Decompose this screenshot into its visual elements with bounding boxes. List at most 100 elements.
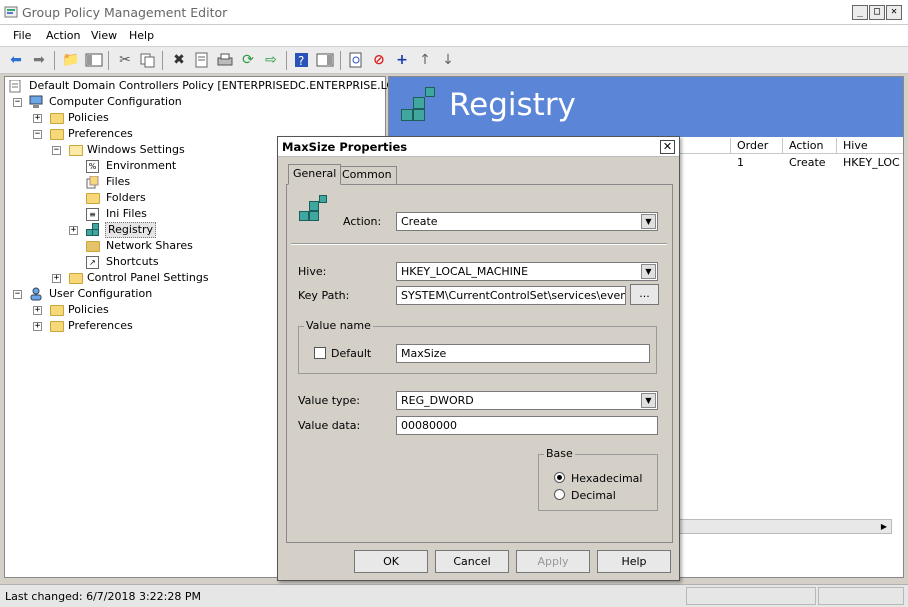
default-checkbox[interactable] <box>314 347 326 359</box>
tree-label: Computer Configuration <box>49 95 182 108</box>
folder-open-icon <box>69 145 83 156</box>
base-group-label: Base <box>544 447 575 460</box>
expand-toggle[interactable]: + <box>52 274 61 283</box>
expand-toggle[interactable]: + <box>33 114 42 123</box>
menu-action[interactable]: Action <box>46 29 80 42</box>
collapse-toggle[interactable]: − <box>13 98 22 107</box>
menu-file[interactable]: File <box>13 29 31 42</box>
action-dropdown[interactable]: Create ▼ <box>396 212 658 231</box>
horizontal-scrollbar[interactable]: ▶ <box>679 519 892 534</box>
divider <box>291 243 667 245</box>
chevron-down-icon[interactable]: ▼ <box>641 214 656 229</box>
apply-button[interactable]: Apply <box>516 550 590 573</box>
banner-title: Registry <box>449 87 576 123</box>
tree-item-user-configuration[interactable]: − User Configuration <box>13 286 313 302</box>
cell-order[interactable]: 1 <box>737 156 744 169</box>
collapse-toggle[interactable]: − <box>33 130 42 139</box>
minimize-button[interactable]: _ <box>852 5 868 20</box>
properties-icon[interactable] <box>193 52 211 68</box>
scroll-right-icon[interactable]: ▶ <box>878 521 890 532</box>
new-item-icon[interactable] <box>347 52 365 68</box>
column-header-hive[interactable]: Hive <box>837 138 903 154</box>
tree-label: Folders <box>106 191 146 204</box>
column-header-action[interactable]: Action <box>783 138 837 154</box>
copy-icon[interactable] <box>139 52 157 68</box>
tree-item-computer-configuration[interactable]: − Computer Configuration <box>13 94 313 110</box>
delete-icon[interactable]: ✖ <box>170 52 188 68</box>
tree-item-policies[interactable]: + Policies <box>33 110 333 126</box>
tree-label: Control Panel Settings <box>87 271 209 284</box>
cancel-button[interactable]: Cancel <box>435 550 509 573</box>
policy-doc-icon <box>9 79 22 93</box>
expand-toggle[interactable]: + <box>33 322 42 331</box>
menu-view[interactable]: View <box>91 29 117 42</box>
move-up-icon[interactable]: ↑ <box>416 52 434 68</box>
status-text: Last changed: 6/7/2018 3:22:28 PM <box>5 590 202 603</box>
maximize-button[interactable]: □ <box>869 5 885 20</box>
value-name-value: MaxSize <box>401 347 447 360</box>
hexadecimal-radio[interactable] <box>554 472 565 483</box>
add-icon[interactable]: + <box>393 52 411 68</box>
tab-common[interactable]: Common <box>337 166 397 184</box>
toolbar: ⬅ ➡ 📁 ✂ ✖ ⟳ ⇨ ? ⊘ + ↑ ↓ <box>0 46 908 74</box>
refresh-icon[interactable]: ⟳ <box>239 52 257 68</box>
tab-general[interactable]: General <box>288 164 342 185</box>
key-path-input[interactable]: SYSTEM\CurrentControlSet\services\eventl… <box>396 286 626 305</box>
folder-icon <box>69 273 83 284</box>
help-button[interactable]: Help <box>597 550 671 573</box>
folder-icon <box>50 305 64 316</box>
menu-bar: File Action View Help <box>0 25 908 46</box>
collapse-toggle[interactable]: − <box>52 146 61 155</box>
svg-text:?: ? <box>298 54 304 68</box>
forward-arrow-icon[interactable]: ➡ <box>30 52 48 68</box>
tree-label: Default Domain Controllers Policy [ENTER… <box>29 79 431 92</box>
column-header-order[interactable]: Order <box>731 138 783 154</box>
folders-icon <box>86 193 100 204</box>
hive-value: HKEY_LOCAL_MACHINE <box>401 265 529 278</box>
cell-hive[interactable]: HKEY_LOC <box>843 156 900 169</box>
tree-label: Files <box>106 175 131 188</box>
cut-icon[interactable]: ✂ <box>116 52 134 68</box>
hive-dropdown[interactable]: HKEY_LOCAL_MACHINE ▼ <box>396 262 658 281</box>
column-header-blank[interactable] <box>679 138 731 154</box>
export-list-icon[interactable]: ⇨ <box>262 52 280 68</box>
back-arrow-icon[interactable]: ⬅ <box>7 52 25 68</box>
tree-label: User Configuration <box>49 287 153 300</box>
action-value: Create <box>401 215 438 228</box>
chevron-down-icon[interactable]: ▼ <box>641 264 656 279</box>
up-folder-icon[interactable]: 📁 <box>62 52 80 68</box>
collapse-toggle[interactable]: − <box>13 290 22 299</box>
app-icon <box>4 5 18 19</box>
value-name-input[interactable]: MaxSize <box>396 344 650 363</box>
chevron-down-icon[interactable]: ▼ <box>641 393 656 408</box>
tree-label: Network Shares <box>106 239 193 252</box>
maxsize-properties-dialog: MaxSize Properties ✕ Action: Create ▼ Hi… <box>277 136 680 581</box>
window-title: Group Policy Management Editor <box>22 5 228 20</box>
value-data-input[interactable]: 00080000 <box>396 416 658 435</box>
menu-help[interactable]: Help <box>129 29 154 42</box>
hexadecimal-label: Hexadecimal <box>571 472 643 485</box>
hive-label: Hive: <box>298 265 327 278</box>
cell-action[interactable]: Create <box>789 156 826 169</box>
close-window-button[interactable]: ✕ <box>886 5 902 20</box>
help-icon[interactable]: ? <box>293 52 311 68</box>
print-icon[interactable] <box>216 52 234 68</box>
shortcut-icon: ↗ <box>86 256 99 269</box>
value-name-group: Value name Default MaxSize <box>298 319 657 374</box>
show-pane-icon[interactable] <box>316 52 334 68</box>
move-down-icon[interactable]: ↓ <box>439 52 457 68</box>
stop-icon[interactable]: ⊘ <box>370 52 388 68</box>
registry-large-icon <box>401 87 443 129</box>
expand-toggle[interactable]: + <box>33 306 42 315</box>
tree-label: Shortcuts <box>106 255 159 268</box>
decimal-label: Decimal <box>571 489 616 502</box>
key-path-label: Key Path: <box>298 289 350 302</box>
dialog-close-button[interactable]: ✕ <box>660 140 675 154</box>
expand-toggle[interactable]: + <box>69 226 78 235</box>
show-hide-tree-icon[interactable] <box>85 52 103 68</box>
browse-button[interactable]: ... <box>630 284 659 305</box>
decimal-radio[interactable] <box>554 489 565 500</box>
value-type-dropdown[interactable]: REG_DWORD ▼ <box>396 391 658 410</box>
computer-icon <box>29 95 43 108</box>
ok-button[interactable]: OK <box>354 550 428 573</box>
